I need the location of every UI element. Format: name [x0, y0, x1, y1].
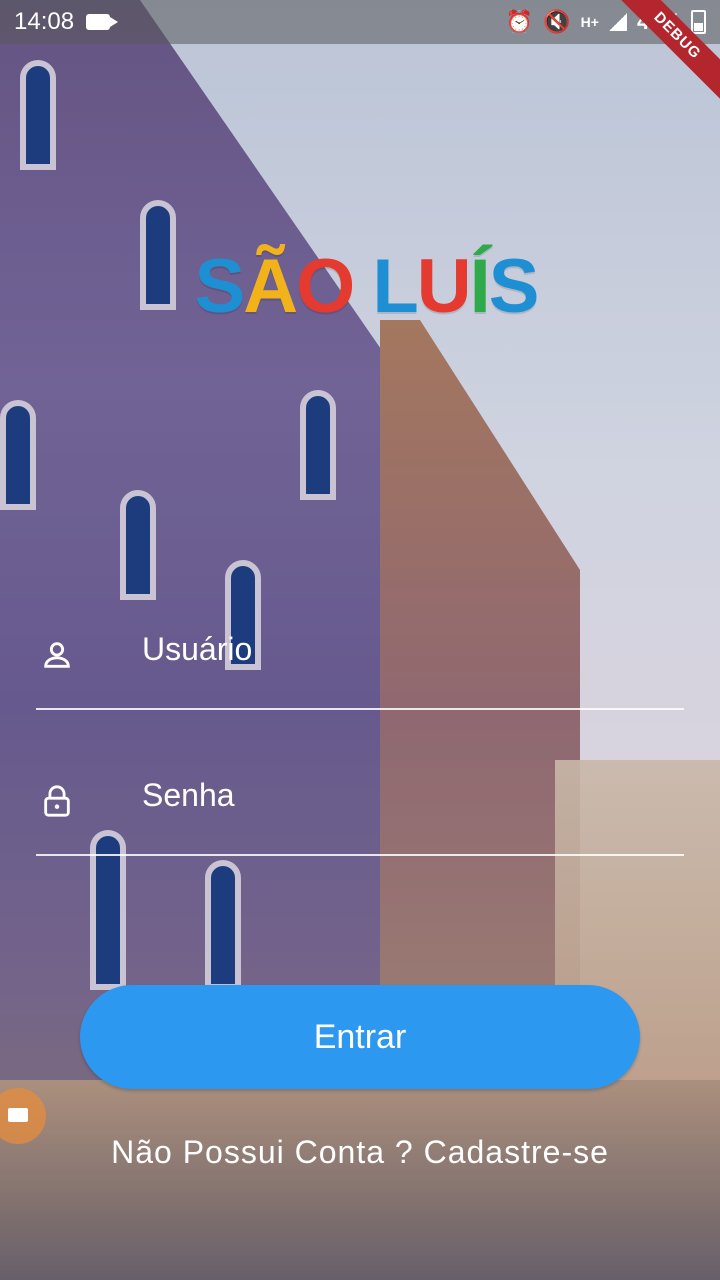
mute-icon: 🔇 [543, 9, 571, 34]
signup-link[interactable]: Não Possui Conta ? Cadastre-se [0, 1134, 720, 1171]
password-input[interactable] [140, 776, 664, 815]
logo-letter: S [488, 243, 540, 329]
username-field[interactable] [36, 610, 684, 710]
logo-letter: Í [469, 243, 491, 329]
network-type: H+ [580, 14, 599, 30]
password-underline [36, 854, 684, 856]
screen-record-icon [86, 14, 119, 30]
logo-letter: S [194, 243, 246, 329]
logo-letter [353, 243, 372, 330]
username-input[interactable] [140, 630, 664, 669]
sao-luis-logo: SÃO LUÍS [152, 243, 580, 330]
signal-icon [608, 13, 627, 31]
status-bar: 14:08 ⏰ 🔇 H+ 40% [0, 0, 720, 44]
battery-icon [691, 10, 706, 34]
logo-letter: O [296, 243, 355, 329]
lock-icon [44, 785, 70, 817]
login-button[interactable]: Entrar [80, 985, 640, 1089]
person-icon [44, 642, 70, 668]
password-field[interactable] [36, 756, 684, 856]
alarm-icon: ⏰ [505, 9, 534, 34]
logo-letter: L [372, 243, 418, 329]
logo-letter: U [416, 243, 472, 329]
status-time: 14:08 [14, 8, 75, 35]
logo-letter: Ã [243, 243, 298, 329]
login-screen: 14:08 ⏰ 🔇 H+ 40% DEBUG SÃO LUÍS [0, 0, 720, 1280]
username-underline [36, 708, 684, 710]
